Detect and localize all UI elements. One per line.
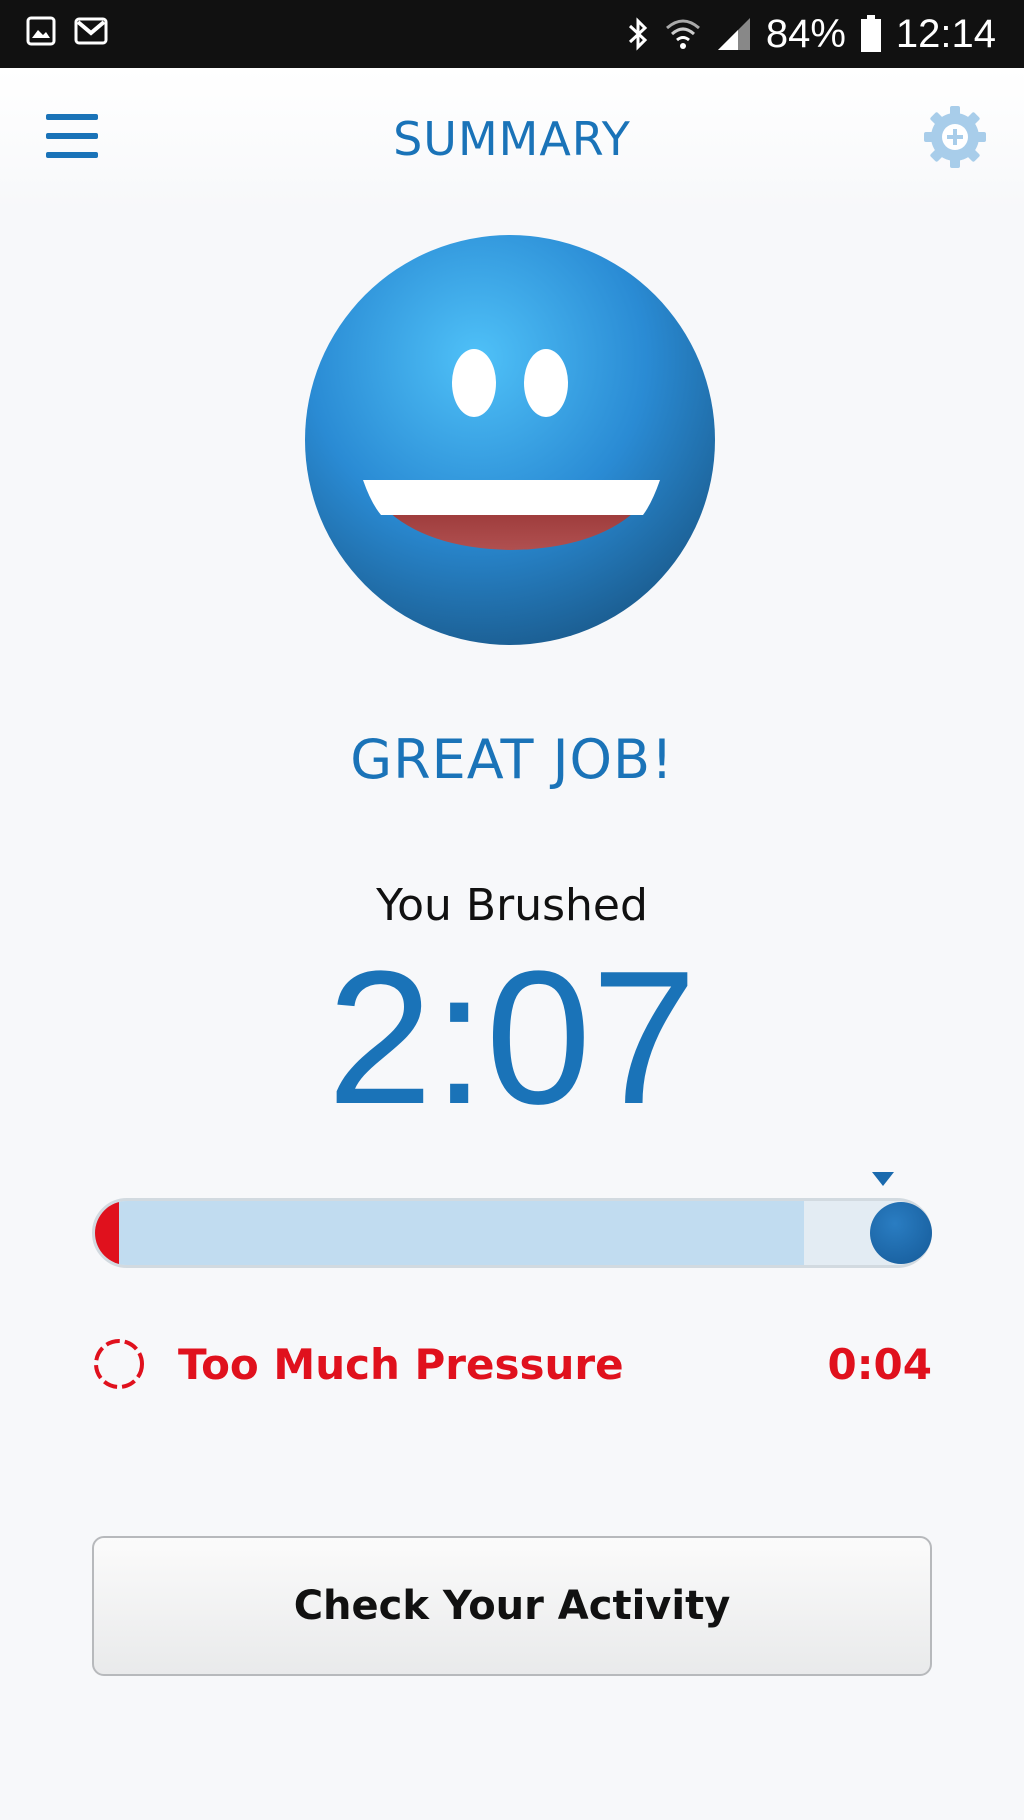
smiley-face-icon xyxy=(303,233,718,648)
pressure-label: Too Much Pressure xyxy=(178,1340,624,1389)
check-activity-button[interactable]: Check Your Activity xyxy=(92,1536,932,1676)
pressure-row: Too Much Pressure 0:04 xyxy=(92,1336,932,1392)
progress-marker-icon xyxy=(872,1172,894,1186)
bluetooth-icon xyxy=(628,17,647,51)
brushed-label: You Brushed xyxy=(376,880,648,931)
pressure-circle-icon xyxy=(94,1339,144,1389)
app-header: SUMMARY xyxy=(0,68,1024,210)
gmail-icon xyxy=(74,17,108,45)
status-time: 12:14 xyxy=(895,12,996,56)
status-bar: 84% 12:14 xyxy=(0,0,1024,68)
battery-icon xyxy=(860,15,881,52)
pressure-segment xyxy=(95,1201,119,1265)
progress-track xyxy=(92,1198,932,1268)
settings-gear-icon[interactable] xyxy=(922,104,988,170)
battery-percent: 84% xyxy=(765,12,846,56)
progress-fill xyxy=(95,1201,804,1265)
signal-icon xyxy=(717,18,750,50)
pressure-time: 0:04 xyxy=(827,1340,932,1389)
status-bar-right: 84% 12:14 xyxy=(626,8,996,60)
wifi-icon xyxy=(665,19,700,49)
gallery-icon xyxy=(26,16,56,46)
headline: GREAT JOB! xyxy=(350,728,674,791)
progress-knob[interactable] xyxy=(870,1202,932,1264)
status-bar-left xyxy=(26,16,108,46)
brush-time: 2:07 xyxy=(327,932,697,1144)
page-title: SUMMARY xyxy=(393,112,631,166)
